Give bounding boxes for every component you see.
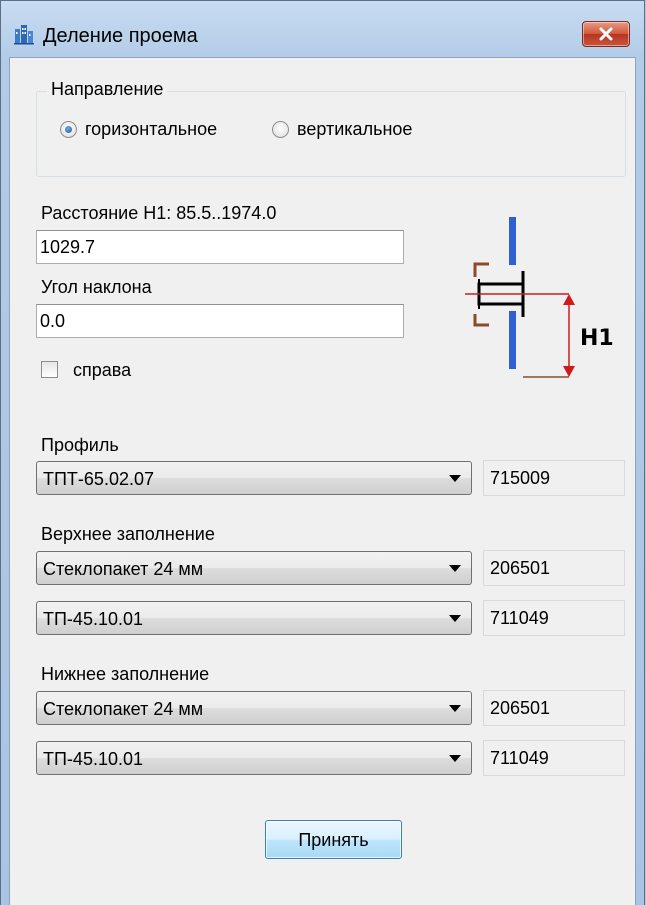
close-icon <box>599 27 613 41</box>
upper-fill-label: Верхнее заполнение <box>41 524 215 544</box>
upper-bracket <box>473 262 489 277</box>
distance-label: Расстояние Н1: 85.5..1974.0 <box>41 203 277 223</box>
lower-glass-select-value: Стеклопакет 24 мм <box>43 699 204 719</box>
radio-button-unchecked[interactable] <box>272 121 289 138</box>
chevron-down-icon <box>449 705 461 712</box>
lower-glass-code: 206501 <box>483 690 625 726</box>
radio-horizontal-label: горизонтальное <box>85 119 218 139</box>
upper-glass-select[interactable]: Стеклопакет 24 мм <box>36 551 472 585</box>
profile-select[interactable]: ТПТ-65.02.07 <box>36 461 472 495</box>
lower-profile-code: 711049 <box>483 740 625 776</box>
upper-profile-code: 711049 <box>483 600 625 636</box>
lower-profile-select-value: ТП-45.10.01 <box>43 749 143 769</box>
radio-vertical[interactable]: вертикальное <box>272 119 412 140</box>
angle-input[interactable] <box>36 304 404 338</box>
distance-input[interactable] <box>36 230 404 264</box>
dialog-client-area: Направление горизонтальное вертикальное … <box>9 57 636 905</box>
direction-legend: Направление <box>47 79 168 100</box>
lower-fill-label: Нижнее заполнение <box>41 664 210 684</box>
chevron-down-icon <box>449 565 461 572</box>
dialog-window: Деление проема Направление горизонтально… <box>0 0 646 905</box>
window-title: Деление проема <box>43 25 198 47</box>
upper-glass-pane <box>509 217 516 265</box>
profile-code: 715009 <box>483 460 625 496</box>
accept-button[interactable]: Принять <box>265 820 402 859</box>
right-checkbox-label: справа <box>73 360 132 380</box>
chevron-down-icon <box>449 615 461 622</box>
right-checkbox[interactable] <box>41 361 58 378</box>
angle-label: Угол наклона <box>41 277 152 297</box>
h1-label: H1 <box>580 326 614 351</box>
lower-bracket <box>473 314 489 327</box>
profile-label: Профиль <box>41 435 119 455</box>
profile-select-value: ТПТ-65.02.07 <box>43 469 154 489</box>
lower-glass-pane <box>509 311 516 369</box>
upper-glass-select-value: Стеклопакет 24 мм <box>43 559 204 579</box>
upper-profile-select[interactable]: ТП-45.10.01 <box>36 601 472 635</box>
radio-button-checked[interactable] <box>60 121 77 138</box>
division-diagram: H1 <box>465 217 614 378</box>
upper-glass-code: 206501 <box>483 550 625 586</box>
radio-vertical-label: вертикальное <box>297 119 413 139</box>
close-button[interactable] <box>582 21 630 47</box>
upper-profile-select-value: ТП-45.10.01 <box>43 609 143 629</box>
radio-horizontal[interactable]: горизонтальное <box>60 119 217 140</box>
chevron-down-icon <box>449 755 461 762</box>
title-bar[interactable]: Деление проема <box>1 1 642 58</box>
lower-glass-select[interactable]: Стеклопакет 24 мм <box>36 691 472 725</box>
building-icon <box>14 25 34 45</box>
lower-profile-select[interactable]: ТП-45.10.01 <box>36 741 472 775</box>
chevron-down-icon <box>449 475 461 482</box>
